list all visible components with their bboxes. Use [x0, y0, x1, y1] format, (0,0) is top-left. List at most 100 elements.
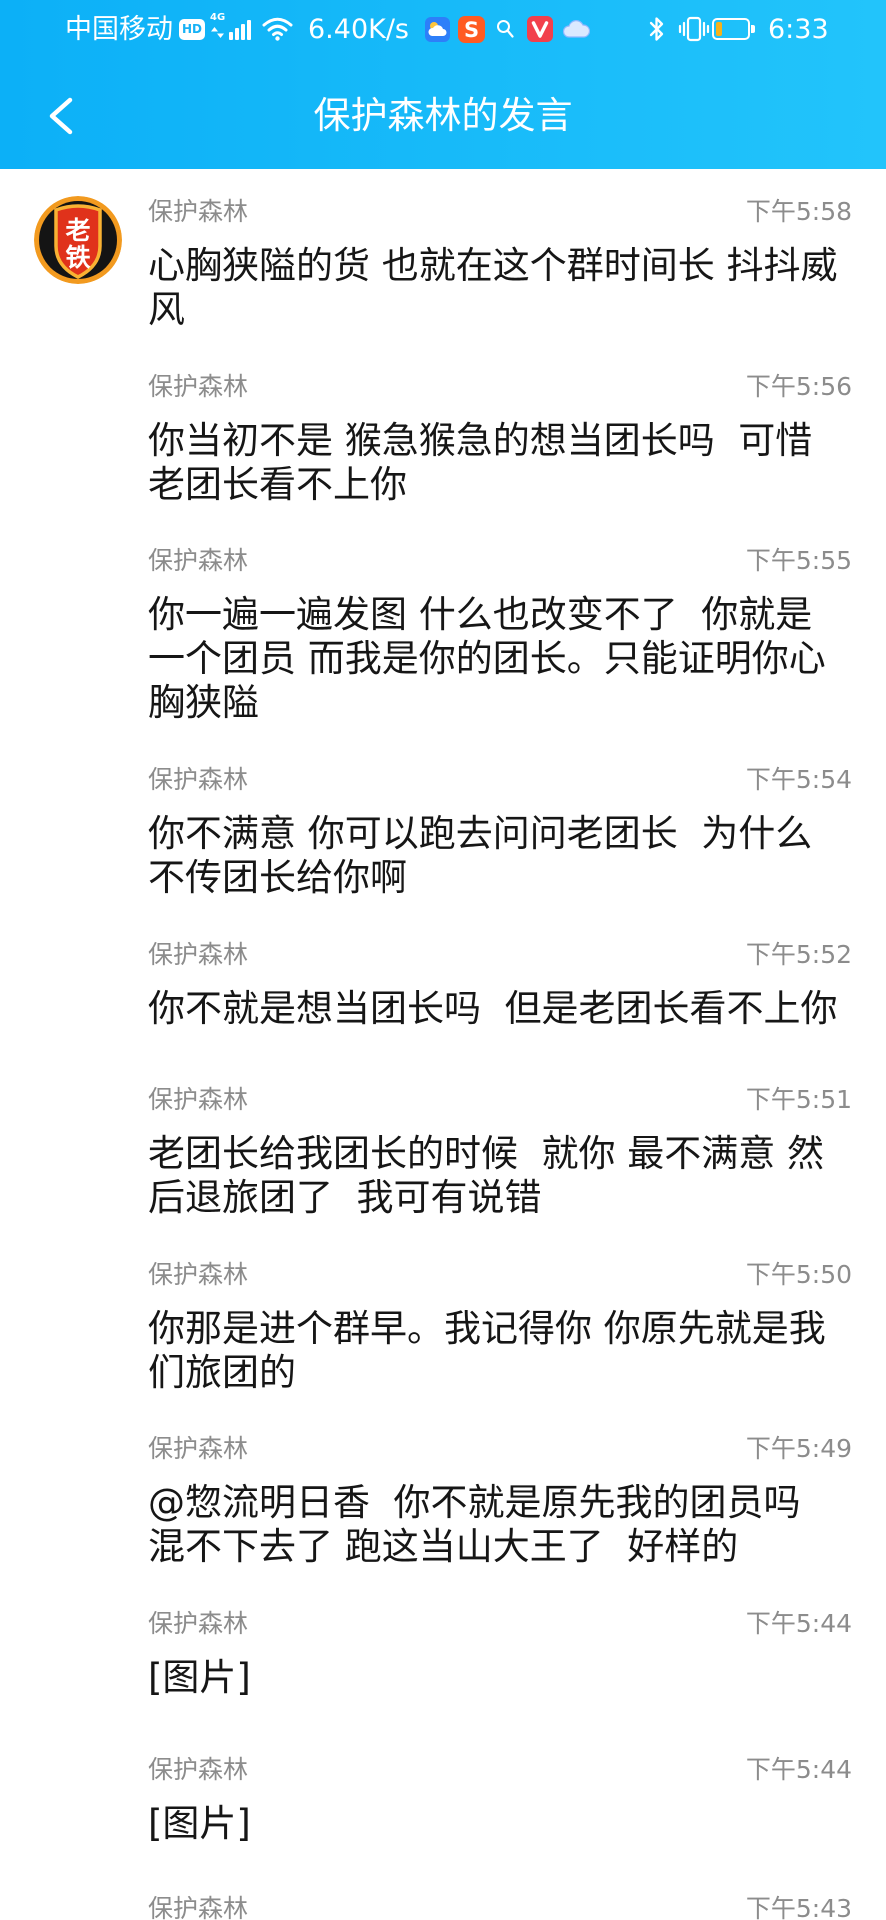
screen: 中国移动 HD 4G 6.40K/s S 6:33 保护森林的发言 老 铁 保护… — [0, 0, 886, 1920]
message-sender: 保护森林 — [148, 1609, 249, 1638]
message-sender: 保护森林 — [148, 1894, 249, 1920]
message-text-line: 心胸狭隘的货 也就在这个群时间长 抖抖威 — [148, 244, 838, 287]
message-item[interactable]: 保护森林 下午5:54 你不满意 你可以跑去问问老团长 为什么 不传团长给你啊 — [148, 765, 852, 900]
message-item[interactable]: 保护森林 下午5:43 — [148, 1894, 852, 1920]
message-header: 保护森林 下午5:54 — [148, 765, 852, 795]
data-activity-icon — [211, 27, 224, 38]
message-text-line: 不传团长给你啊 — [148, 856, 407, 899]
vibrate-icon — [678, 16, 710, 42]
message-sender: 保护森林 — [148, 197, 249, 226]
signal-bar — [229, 32, 233, 40]
message-item[interactable]: 保护森林 下午5:51 老团长给我团长的时候 就你 最不满意 然 后退旅团了 我… — [148, 1085, 852, 1220]
signal-bar — [247, 20, 251, 40]
message-text: 你一遍一遍发图 什么也改变不了 你就是 一个团员 而我是你的团长。只能证明你心 … — [148, 593, 852, 725]
avatar-lettering: 老 — [65, 216, 90, 245]
message-text: @惣流明日香 你不就是原先我的团员吗 混不下去了 跑这当山大王了 好样的 — [148, 1481, 852, 1569]
message-sender: 保护森林 — [148, 1085, 249, 1114]
clock-label: 6:33 — [768, 14, 829, 45]
image-placeholder-text[interactable]: [图片] — [148, 1656, 852, 1700]
sogou-glyph: S — [464, 18, 479, 42]
message-sender: 保护森林 — [148, 1434, 249, 1463]
message-text-line: 风 — [148, 288, 185, 331]
message-time: 下午5:44 — [745, 1755, 852, 1784]
message-text-line: 一个团员 而我是你的团长。只能证明你心 — [148, 637, 826, 680]
message-time: 下午5:51 — [745, 1085, 852, 1114]
page-title: 保护森林的发言 — [313, 94, 573, 137]
message-time: 下午5:49 — [745, 1434, 852, 1463]
message-sender: 保护森林 — [148, 1755, 249, 1784]
message-text-line: 老团长看不上你 — [148, 463, 407, 506]
message-item[interactable]: 保护森林 下午5:50 你那是进个群早。我记得你 你原先就是我 们旅团的 — [148, 1260, 852, 1395]
wifi-icon — [262, 17, 293, 41]
hd-badge: HD — [179, 19, 205, 40]
message-time: 下午5:55 — [745, 546, 852, 575]
message-header: 保护森林 下午5:58 — [148, 197, 852, 227]
message-header: 保护森林 下午5:51 — [148, 1085, 852, 1115]
message-header: 保护森林 下午5:56 — [148, 372, 852, 402]
network-speed-label: 6.40K/s — [308, 14, 409, 45]
message-header: 保护森林 下午5:52 — [148, 940, 852, 970]
top-bar: 中国移动 HD 4G 6.40K/s S 6:33 保护森林的发言 — [0, 0, 886, 169]
video-app-icon — [527, 16, 553, 42]
message-time: 下午5:44 — [745, 1609, 852, 1638]
carrier-label: 中国移动 — [65, 14, 173, 45]
user-avatar[interactable]: 老 铁 — [34, 196, 122, 284]
bluetooth-icon — [649, 17, 664, 41]
message-text-line: 你不就是想当团长吗 但是老团长看不上你 — [148, 987, 838, 1030]
message-item[interactable]: 保护森林 下午5:52 你不就是想当团长吗 但是老团长看不上你 — [148, 940, 852, 1031]
message-sender: 保护森林 — [148, 546, 249, 575]
image-placeholder-text[interactable]: [图片] — [148, 1802, 852, 1846]
message-text: 你不满意 你可以跑去问问老团长 为什么 不传团长给你啊 — [148, 812, 852, 900]
message-time: 下午5:43 — [745, 1894, 852, 1920]
message-item[interactable]: 保护森林 下午5:49 @惣流明日香 你不就是原先我的团员吗 混不下去了 跑这当… — [148, 1434, 852, 1569]
network-type-label: 4G — [210, 12, 226, 23]
message-text-line: 你不满意 你可以跑去问问老团长 为什么 — [148, 812, 813, 855]
message-time: 下午5:50 — [745, 1260, 852, 1289]
message-time: 下午5:56 — [745, 372, 852, 401]
message-header: 保护森林 下午5:44 — [148, 1609, 852, 1639]
status-bar: 中国移动 HD 4G 6.40K/s S 6:33 — [0, 0, 886, 61]
message-sender: 保护森林 — [148, 1260, 249, 1289]
message-text: 你不就是想当团长吗 但是老团长看不上你 — [148, 987, 852, 1031]
message-text-line: 们旅团的 — [148, 1351, 296, 1394]
message-item[interactable]: 保护森林 下午5:56 你当初不是 猴急猴急的想当团长吗 可惜 老团长看不上你 — [148, 372, 852, 507]
message-item[interactable]: 保护森林 下午5:44 [图片] — [148, 1755, 852, 1846]
message-header: 保护森林 下午5:44 — [148, 1755, 852, 1785]
battery-terminal — [751, 25, 755, 33]
message-header: 保护森林 下午5:55 — [148, 546, 852, 576]
battery-level-fill — [716, 22, 722, 36]
message-text-line: @惣流明日香 你不就是原先我的团员吗 — [148, 1481, 801, 1524]
message-time: 下午5:54 — [745, 765, 852, 794]
message-text: 老团长给我团长的时候 就你 最不满意 然 后退旅团了 我可有说错 — [148, 1132, 852, 1220]
message-time: 下午5:58 — [745, 197, 852, 226]
cloud-icon — [562, 20, 590, 38]
search-icon — [497, 20, 514, 38]
message-text: 你当初不是 猴急猴急的想当团长吗 可惜 老团长看不上你 — [148, 419, 852, 507]
message-header: 保护森林 下午5:43 — [148, 1894, 852, 1920]
signal-bar — [235, 28, 239, 40]
cellular-signal-icon: 4G — [209, 12, 255, 42]
signal-bar — [241, 24, 245, 40]
message-text-line: 你那是进个群早。我记得你 你原先就是我 — [148, 1307, 826, 1350]
message-sender: 保护森林 — [148, 372, 249, 401]
message-header: 保护森林 下午5:49 — [148, 1434, 852, 1464]
message-text: 心胸狭隘的货 也就在这个群时间长 抖抖威 风 — [148, 244, 852, 332]
message-item[interactable]: 保护森林 下午5:55 你一遍一遍发图 什么也改变不了 你就是 一个团员 而我是… — [148, 546, 852, 725]
message-text: [图片] — [148, 1802, 852, 1846]
message-text-line: 后退旅团了 我可有说错 — [148, 1176, 542, 1219]
message-header: 保护森林 下午5:50 — [148, 1260, 852, 1290]
message-text-line: 混不下去了 跑这当山大王了 好样的 — [148, 1525, 739, 1568]
weather-icon — [425, 17, 450, 42]
battery-icon — [712, 18, 750, 40]
avatar-lettering: 铁 — [65, 243, 90, 272]
message-sender: 保护森林 — [148, 940, 249, 969]
message-item[interactable]: 保护森林 下午5:44 [图片] — [148, 1609, 852, 1700]
message-text-line: 胸狭隘 — [148, 681, 259, 724]
sogou-input-icon: S — [458, 16, 485, 43]
message-text-line: 老团长给我团长的时候 就你 最不满意 然 — [148, 1132, 825, 1175]
message-item[interactable]: 保护森林 下午5:58 心胸狭隘的货 也就在这个群时间长 抖抖威 风 — [148, 197, 852, 332]
message-sender: 保护森林 — [148, 765, 249, 794]
message-text-line: 你一遍一遍发图 什么也改变不了 你就是 — [148, 593, 813, 636]
message-text: [图片] — [148, 1656, 852, 1700]
message-text: 你那是进个群早。我记得你 你原先就是我 们旅团的 — [148, 1307, 852, 1395]
